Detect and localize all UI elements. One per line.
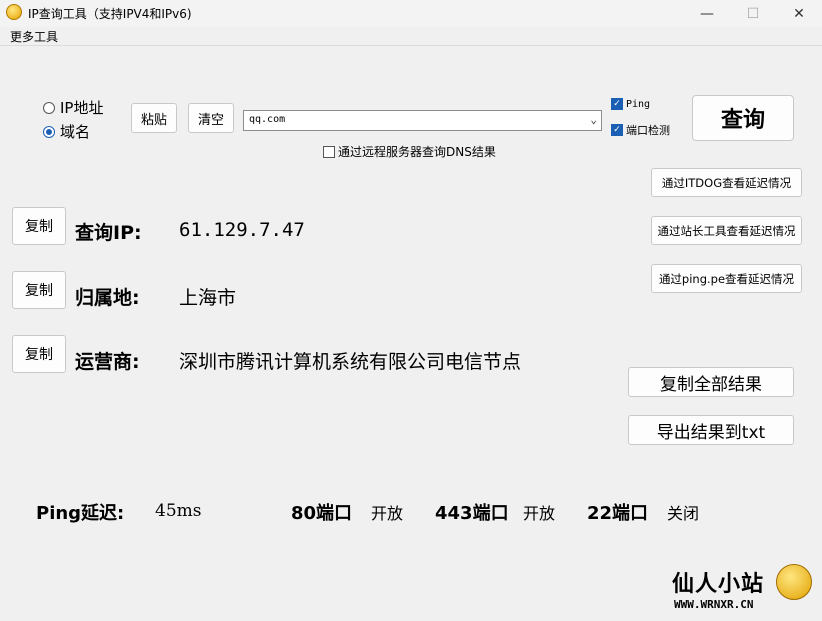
port-checkbox-label: 端口检测: [626, 124, 670, 137]
radio-domain-indicator: [43, 125, 55, 138]
export-txt-button[interactable]: 导出结果到txt: [628, 415, 794, 445]
radio-ip-label: IP地址: [60, 99, 104, 117]
ip-value: 61.129.7.47: [179, 219, 305, 241]
menu-divider: [0, 45, 822, 46]
port-checkbox[interactable]: ✓ 端口检测: [611, 122, 670, 138]
title-bar: IP查询工具（支持IPV4和IPv6) — ☐ ✕: [0, 0, 822, 27]
port443-label: 443端口: [435, 503, 509, 524]
paste-button[interactable]: 粘贴: [131, 103, 177, 133]
copy-ip-button[interactable]: 复制: [12, 207, 66, 245]
radio-ip[interactable]: IP地址: [43, 97, 103, 118]
ping-latency-label: Ping延迟:: [36, 503, 125, 524]
watermark-logo: 仙人小站 WWW.WRNXR.CN: [672, 564, 812, 618]
minimize-button[interactable]: —: [684, 0, 730, 27]
chinaz-button[interactable]: 通过站长工具查看延迟情况: [651, 216, 802, 245]
port80-value: 开放: [371, 504, 404, 523]
clear-button[interactable]: 清空: [188, 103, 234, 133]
radio-domain-label: 域名: [60, 123, 91, 141]
domain-combobox[interactable]: qq.com ⌄: [243, 110, 602, 131]
location-value: 上海市: [179, 287, 237, 309]
radio-domain[interactable]: 域名: [43, 121, 90, 142]
app-icon: [6, 4, 22, 20]
pingpe-button[interactable]: 通过ping.pe查看延迟情况: [651, 264, 802, 293]
port22-label: 22端口: [587, 503, 649, 524]
copy-all-button[interactable]: 复制全部结果: [628, 367, 794, 397]
remote-dns-box: [323, 145, 335, 158]
ping-checkbox-label: Ping: [626, 98, 651, 110]
copy-isp-button[interactable]: 复制: [12, 335, 66, 373]
check-icon: ✓: [611, 124, 623, 136]
location-label: 归属地:: [75, 287, 140, 309]
chevron-down-icon[interactable]: ⌄: [590, 113, 597, 126]
watermark-url: WWW.WRNXR.CN: [674, 598, 754, 611]
isp-label: 运营商:: [75, 351, 140, 373]
port22-value: 关闭: [667, 504, 700, 523]
ip-label: 查询IP:: [75, 222, 142, 244]
remote-dns-checkbox[interactable]: 通过远程服务器查询DNS结果: [323, 143, 496, 160]
window-title: IP查询工具（支持IPV4和IPv6): [28, 7, 192, 21]
domain-input-value: qq.com: [249, 114, 286, 125]
close-button[interactable]: ✕: [776, 0, 822, 27]
isp-value: 深圳市腾讯计算机系统有限公司电信节点: [179, 351, 522, 373]
query-button[interactable]: 查询: [692, 95, 794, 141]
port80-label: 80端口: [291, 503, 353, 524]
menu-bar: 更多工具: [0, 27, 822, 45]
ping-latency-value: 45ms: [155, 501, 202, 521]
copy-location-button[interactable]: 复制: [12, 271, 66, 309]
menu-more-tools[interactable]: 更多工具: [10, 28, 58, 45]
radio-ip-indicator: [43, 101, 55, 114]
port443-value: 开放: [523, 504, 556, 523]
check-icon: ✓: [611, 98, 623, 110]
maximize-button[interactable]: ☐: [730, 0, 776, 27]
itdog-button[interactable]: 通过ITDOG查看延迟情况: [651, 168, 802, 197]
watermark-title: 仙人小站: [672, 572, 765, 597]
remote-dns-label: 通过远程服务器查询DNS结果: [338, 145, 496, 159]
mascot-icon: [776, 564, 812, 600]
ping-checkbox[interactable]: ✓ Ping: [611, 98, 650, 110]
